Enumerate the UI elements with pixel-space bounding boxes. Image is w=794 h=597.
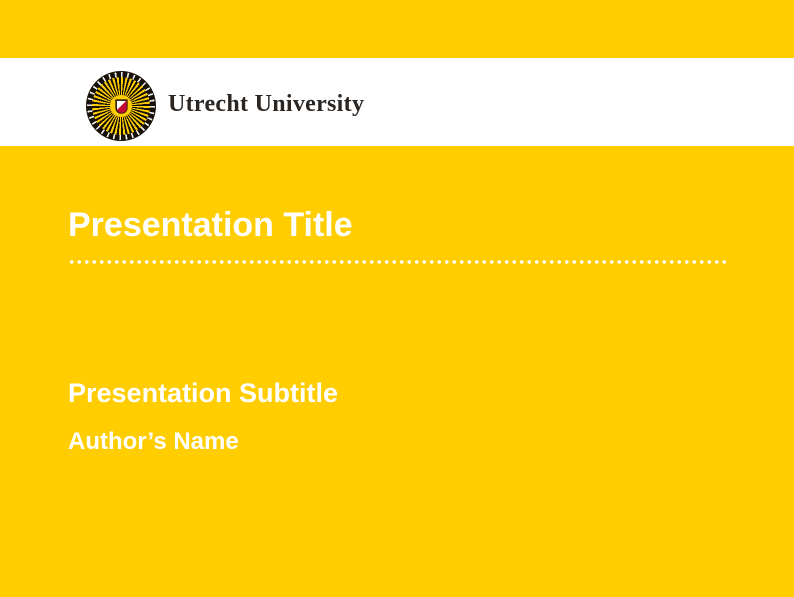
utrecht-shield-icon: [115, 99, 128, 114]
utrecht-university-logo: [86, 71, 156, 141]
top-yellow-band: [0, 0, 794, 58]
author-name: Author’s Name: [68, 428, 239, 455]
dotted-divider: [68, 259, 728, 265]
seal-center: [110, 95, 132, 117]
presentation-title: Presentation Title: [68, 206, 353, 244]
presentation-subtitle: Presentation Subtitle: [68, 378, 338, 409]
university-wordmark: Utrecht University: [168, 91, 364, 117]
title-slide: Utrecht University Presentation Title Pr…: [0, 0, 794, 597]
